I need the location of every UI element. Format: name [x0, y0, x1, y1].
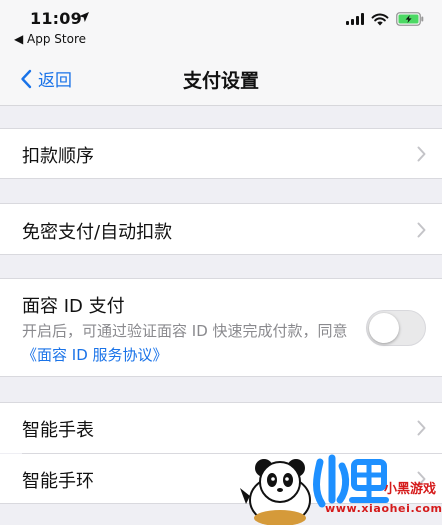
- face-id-toggle[interactable]: [366, 310, 426, 346]
- watermark-brand: 小黑游戏: [384, 482, 437, 497]
- toggle-knob: [369, 313, 399, 343]
- row-deduction-order[interactable]: 扣款顺序: [0, 128, 442, 179]
- status-indicators: [346, 12, 424, 26]
- page-title: 支付设置: [182, 70, 259, 92]
- face-id-description-text: 开启后，可通过验证面容 ID 快速完成付款，同意: [22, 322, 348, 340]
- row-face-id-payment: 面容 ID 支付 开启后，可通过验证面容 ID 快速完成付款，同意《面容 ID …: [0, 278, 442, 377]
- battery-charging-icon: [396, 12, 424, 26]
- row-label: 扣款顺序: [22, 146, 94, 167]
- header: 11:09 ◀ App Store 返回 支付设置: [0, 0, 442, 106]
- chevron-right-icon: [417, 146, 426, 162]
- location-arrow-icon: [79, 12, 89, 22]
- cellular-signal-icon: [346, 13, 364, 25]
- chevron-right-icon: [417, 420, 426, 436]
- row-password-free-payment[interactable]: 免密支付/自动扣款: [0, 203, 442, 255]
- row-label: 免密支付/自动扣款: [22, 222, 173, 243]
- wifi-icon: [371, 13, 389, 26]
- face-id-agreement-link[interactable]: 《面容 ID 服务协议》: [22, 346, 168, 364]
- face-id-description: 开启后，可通过验证面容 ID 快速完成付款，同意《面容 ID 服务协议》: [22, 319, 352, 367]
- row-smartwatch[interactable]: 智能手表: [0, 402, 442, 453]
- back-to-app-store-link[interactable]: ◀ App Store: [14, 32, 86, 46]
- payment-settings-screen: 11:09 ◀ App Store 返回 支付设置 扣款顺序 免密支付/自动扣款…: [0, 0, 442, 525]
- watermark-url: www.xiaohei.com: [325, 502, 442, 515]
- row-label: 智能手表: [22, 420, 94, 441]
- chevron-right-icon: [417, 222, 426, 238]
- row-label: 面容 ID 支付: [22, 296, 125, 317]
- row-label: 智能手环: [22, 471, 94, 492]
- status-time: 11:09: [30, 9, 82, 28]
- panda-mascot-icon: [240, 459, 311, 525]
